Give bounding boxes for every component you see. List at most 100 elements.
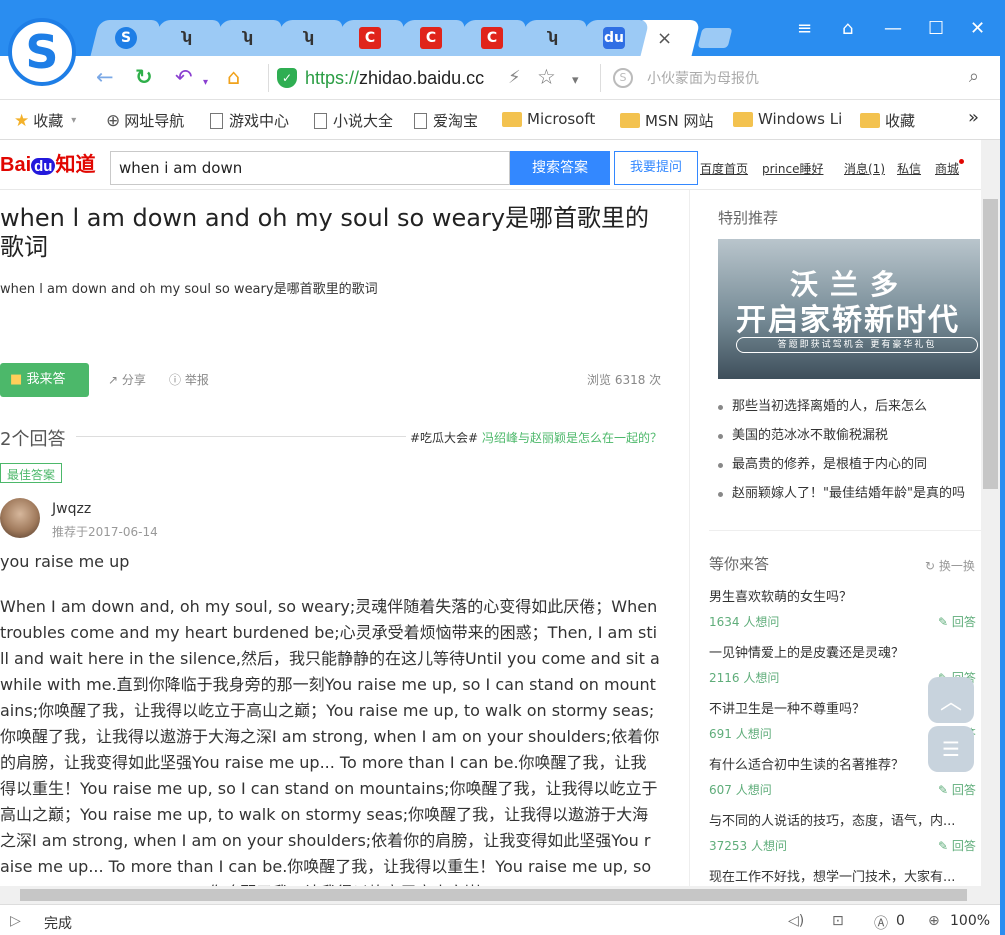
back-icon[interactable]: ← (96, 65, 114, 89)
chevron-down-icon[interactable]: ▾ (71, 115, 76, 126)
favorite-star-icon[interactable]: ☆ (537, 65, 556, 89)
folder-icon (502, 111, 522, 127)
refresh-icon[interactable]: ↻ (135, 65, 153, 89)
address-dropdown-icon[interactable]: ▾ (572, 69, 579, 93)
waiting-question[interactable]: 一见钟情爱上的是皮囊还是灵魂？ (709, 642, 979, 661)
waiting-question[interactable]: 现在工作不好找，想学一门技术，大家有... (709, 866, 979, 885)
recommend-item[interactable]: 最高贵的修养，是根植于内心的同 (718, 457, 980, 473)
best-answer-badge: 最佳答案 (0, 463, 63, 483)
answer-summary: you raise me up (0, 552, 130, 571)
refresh-list-button[interactable]: ↻ 换一换 (925, 557, 975, 574)
user-menu-link[interactable]: prince睡好 (762, 160, 823, 177)
ad-banner[interactable]: 沃兰多 开启家轿新时代 答题即获试驾机会 更有豪华礼包 (718, 239, 980, 379)
address-bar[interactable]: ✓ https:// zhidao.baidu.cc (268, 64, 530, 92)
recommend-item[interactable]: 那些当初选择离婚的人，后来怎么 (718, 399, 980, 415)
bookmark-item[interactable]: Windows Li (733, 110, 842, 128)
browser-tab[interactable]: S (90, 20, 162, 56)
hot-topic[interactable]: #吃瓜大会# 冯绍峰与赵丽颖是怎么在一起的？ (410, 429, 662, 446)
page-icon (314, 112, 327, 129)
browser-tab[interactable]: C (456, 20, 528, 56)
folder-icon (620, 113, 640, 128)
browser-tab[interactable]: ʮ (212, 20, 284, 56)
browser-tab[interactable]: du (578, 20, 650, 56)
lightning-icon[interactable]: ⚡ (508, 66, 521, 90)
report-link[interactable]: ⓘ 举报 (169, 371, 209, 388)
url-scheme: https:// (305, 67, 360, 88)
bookmark-item[interactable]: 小说大全 (314, 110, 393, 131)
browser-tab[interactable]: C (334, 20, 406, 56)
skin-icon[interactable]: ⌂ (842, 18, 853, 39)
star-icon: ★ (14, 110, 30, 131)
bookmark-item[interactable]: ★ 收藏 ▾ (14, 110, 76, 131)
reply-link[interactable]: ✎ 回答 (938, 781, 976, 798)
recommend-item[interactable]: 赵丽颖嫁人了！"最佳结婚年龄"是真的吗 (718, 486, 980, 502)
page-content: Bai du 知道 when i am down 搜索答案 我要提问 百度首页 pr… (0, 140, 1000, 886)
browser-search-input[interactable]: S 小伙蒙面为母报仇 ⌕ (600, 64, 995, 92)
hot-topic-link[interactable]: 冯绍峰与赵丽颖是怎么在一起的？ (482, 431, 662, 445)
reply-link[interactable]: ✎ 回答 (938, 837, 976, 854)
search-icon[interactable]: ⌕ (969, 66, 979, 87)
bookmark-item[interactable]: Microsoft (502, 110, 595, 128)
feedback-button[interactable]: ☰ (928, 726, 974, 772)
zhidao-header: Bai du 知道 when i am down 搜索答案 我要提问 百度首页 pr… (0, 140, 1000, 190)
adblock-icon[interactable]: Ⓐ (874, 913, 888, 933)
special-recommend-heading: 特别推荐 (718, 209, 779, 227)
avatar[interactable] (0, 498, 40, 538)
edit-icon: ✎ (938, 839, 949, 853)
vertical-scroll-thumb[interactable] (983, 199, 998, 489)
bookmark-item[interactable]: 收藏 (860, 110, 915, 131)
answers-count: 2个回答 (0, 429, 66, 450)
browser-logo-icon[interactable]: S (8, 18, 76, 86)
back-to-top-button[interactable]: ︿ (928, 677, 974, 723)
sidebar-toggle-icon[interactable]: ▷ (10, 913, 21, 929)
bookmark-item[interactable]: 爱淘宝 (414, 110, 478, 131)
private-message-link[interactable]: 私信 (897, 160, 921, 177)
browser-tab[interactable]: ʮ (517, 20, 589, 56)
new-tab-button[interactable] (697, 28, 733, 48)
zoom-icon[interactable]: ⊕ (928, 913, 940, 929)
minimize-button[interactable]: — (884, 18, 902, 39)
answer-body: When I am down and, oh my soul, so weary… (0, 597, 660, 886)
close-button[interactable]: ✕ (970, 18, 985, 39)
share-link[interactable]: ↗ 分享 (108, 371, 146, 388)
browser-tab[interactable]: ʮ (273, 20, 345, 56)
hand-icon: ʮ (243, 30, 253, 46)
url-domain: zhidao.baidu.cc (359, 67, 485, 88)
bookmark-item[interactable]: ⊕ 网址导航 (106, 110, 184, 131)
tab-close-icon[interactable]: × (657, 28, 672, 49)
messages-link[interactable]: 消息(1) (844, 160, 885, 177)
browser-tab[interactable]: C (395, 20, 467, 56)
bookmark-item[interactable]: 游戏中心 (210, 110, 289, 131)
bookmarks-bar: ★ 收藏 ▾ ⊕ 网址导航 游戏中心 小说大全 爱淘宝 Microsoft MSN 网站 Wind… (0, 100, 1000, 140)
baidu-home-link[interactable]: 百度首页 (700, 160, 748, 177)
maximize-button[interactable]: ☐ (928, 18, 944, 39)
gift-icon: ■ (10, 372, 23, 387)
edit-icon: ✎ (938, 783, 949, 797)
bookmarks-more-icon[interactable]: » (968, 107, 979, 128)
answerer-name[interactable]: Jwqzz (52, 501, 91, 517)
waiting-question[interactable]: 与不同的人说话的技巧，态度，语气，内... (709, 810, 979, 829)
search-engine-icon[interactable]: S (613, 68, 633, 88)
horizontal-scroll-thumb[interactable] (20, 889, 967, 901)
menu-icon[interactable]: ≡ (797, 18, 812, 39)
waiting-question[interactable]: 男生喜欢软萌的女生吗？ (709, 586, 979, 605)
ask-question-button[interactable]: 我要提问 (614, 151, 698, 185)
share-icon: ↗ (108, 373, 119, 387)
question-search-input[interactable]: when i am down (110, 151, 510, 185)
baidu-zhidao-logo[interactable]: Bai du 知道 (0, 148, 95, 177)
undo-close-icon[interactable]: ↶ (175, 65, 193, 89)
waiting-count: 37253 人想问 (709, 839, 787, 853)
undo-dropdown-icon[interactable]: ▾ (203, 71, 208, 95)
screenshot-icon[interactable]: ⊡ (832, 913, 844, 929)
mall-link[interactable]: 商城 (935, 160, 959, 177)
home-icon[interactable]: ⌂ (227, 65, 240, 89)
speaker-icon[interactable]: ◁) (788, 913, 804, 929)
view-count: 浏览 6318 次 (587, 373, 662, 387)
search-answer-button[interactable]: 搜索答案 (510, 151, 610, 185)
answer-button[interactable]: ■ 我来答 (0, 363, 89, 397)
zoom-level[interactable]: 100% (950, 913, 990, 929)
recommend-item[interactable]: 美国的范冰冰不敢偷税漏税 (718, 428, 980, 444)
reply-link[interactable]: ✎ 回答 (938, 613, 976, 630)
browser-tab[interactable]: ʮ (151, 20, 223, 56)
bookmark-item[interactable]: MSN 网站 (620, 110, 713, 131)
